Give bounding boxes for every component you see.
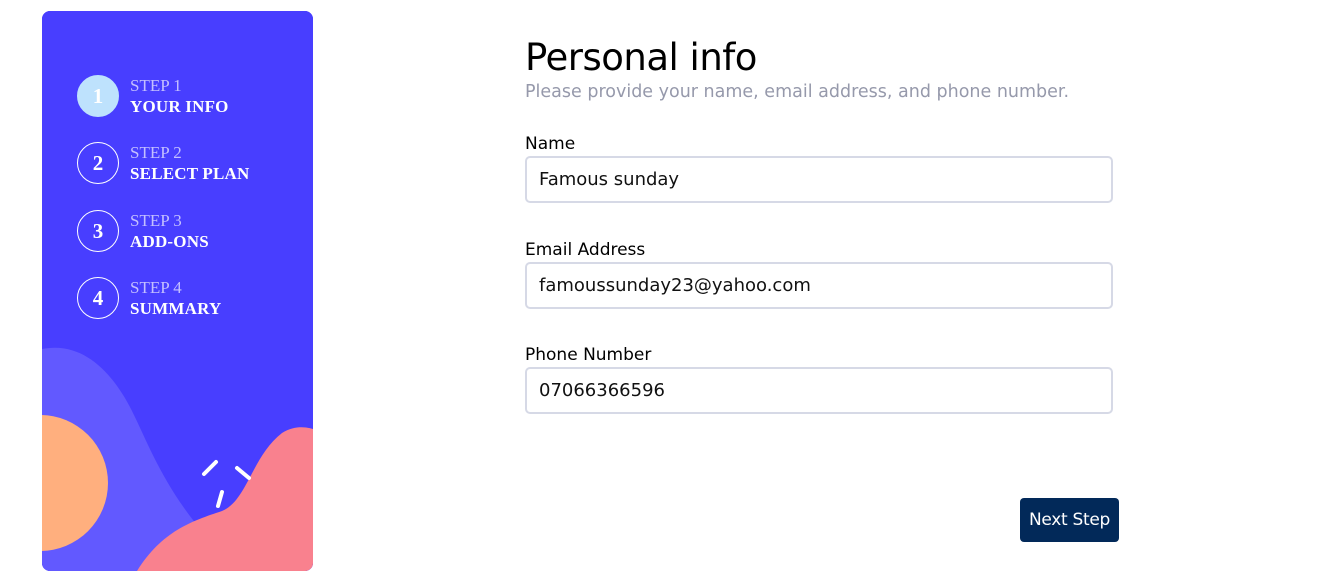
name-field[interactable]: [525, 156, 1113, 203]
step-item-add-ons[interactable]: 3 STEP 3 ADD-ONS: [77, 210, 297, 254]
step-number-circle: 1: [77, 75, 119, 117]
step-number-circle: 2: [77, 142, 119, 184]
step-number-circle: 3: [77, 210, 119, 252]
step-title: SELECT PLAN: [130, 164, 250, 183]
step-label: STEP 4: [130, 278, 182, 297]
step-title: ADD-ONS: [130, 232, 209, 251]
step-label: STEP 1: [130, 76, 182, 95]
step-label: STEP 2: [130, 143, 182, 162]
phone-label: Phone Number: [525, 345, 652, 365]
next-step-button[interactable]: Next Step: [1020, 498, 1119, 542]
step-title: SUMMARY: [130, 299, 222, 318]
step-title: YOUR INFO: [130, 97, 229, 116]
email-label: Email Address: [525, 240, 646, 260]
email-field[interactable]: [525, 262, 1113, 309]
step-item-your-info[interactable]: 1 STEP 1 YOUR INFO: [77, 75, 297, 119]
page-title: Personal info: [525, 36, 757, 79]
phone-field[interactable]: [525, 367, 1113, 414]
main-form: Personal info Please provide your name, …: [525, 0, 1125, 585]
step-label: STEP 3: [130, 211, 182, 230]
step-number-circle: 4: [77, 277, 119, 319]
step-item-select-plan[interactable]: 2 STEP 2 SELECT PLAN: [77, 142, 297, 186]
sidebar: 1 STEP 1 YOUR INFO 2 STEP 2 SELECT PLAN …: [42, 11, 313, 571]
page-subtitle: Please provide your name, email address,…: [525, 82, 1070, 102]
step-item-summary[interactable]: 4 STEP 4 SUMMARY: [77, 277, 297, 321]
name-label: Name: [525, 134, 576, 154]
